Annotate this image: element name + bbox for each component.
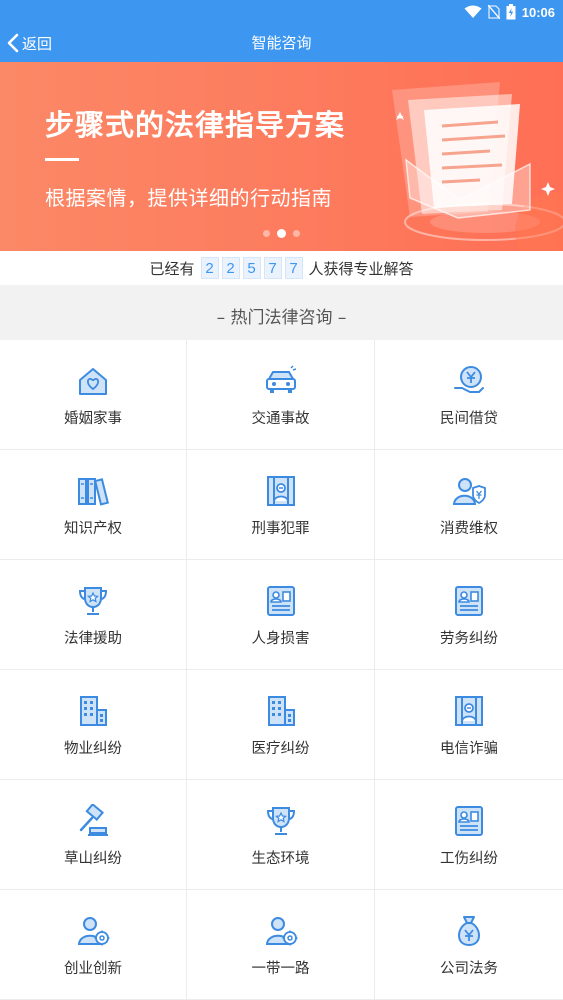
- carousel-dot[interactable]: [293, 230, 300, 237]
- id-card-icon: [455, 806, 483, 836]
- category-item[interactable]: 劳务纠纷: [375, 560, 563, 670]
- category-label: 交通事故: [251, 411, 310, 427]
- person-gear-icon: [77, 917, 110, 946]
- category-item[interactable]: 生态环境: [187, 780, 375, 890]
- category-item[interactable]: 交通事故: [187, 340, 375, 450]
- category-grid: 婚姻家事 交通事故 民间借贷知识产权 刑事犯罪 消费维权法律援助 人身损害 劳务纠纷物业纠纷…: [0, 340, 563, 1000]
- category-label: 物业纠纷: [64, 741, 122, 757]
- prisoner-icon: [455, 696, 483, 726]
- category-label: 生态环境: [251, 851, 310, 867]
- category-item[interactable]: 电信诈骗: [375, 670, 563, 780]
- carousel-dot-active[interactable]: [277, 229, 286, 238]
- banner-subline: 根据案情，提供详细的行动指南: [45, 186, 332, 210]
- page-title: 智能咨询: [251, 34, 312, 52]
- category-item[interactable]: 创业创新: [0, 890, 187, 1000]
- category-item[interactable]: 民间借贷: [375, 340, 563, 450]
- category-label: 一带一路: [251, 961, 310, 977]
- category-label: 电信诈骗: [440, 741, 498, 757]
- status-bar: 10:06: [0, 0, 563, 24]
- trophy-icon: [78, 587, 108, 615]
- books-icon: [78, 478, 109, 506]
- section-title: – 热门法律咨询 –: [0, 285, 563, 340]
- category-item[interactable]: 消费维权: [375, 450, 563, 560]
- category-item[interactable]: 婚姻家事: [0, 340, 187, 450]
- counter-digit: 5: [242, 257, 261, 279]
- category-item[interactable]: 刑事犯罪: [187, 450, 375, 560]
- status-time: 10:06: [521, 4, 555, 20]
- money-bag-icon: [458, 916, 480, 947]
- category-label: 创业创新: [64, 961, 122, 977]
- car-icon: [265, 365, 296, 393]
- category-label: 医疗纠纷: [251, 741, 310, 757]
- gavel-icon: [79, 804, 108, 836]
- carousel-dot[interactable]: [263, 230, 270, 237]
- counter-digit: 2: [221, 257, 240, 279]
- category-item[interactable]: 草山纠纷: [0, 780, 187, 890]
- id-card-icon: [455, 586, 483, 616]
- banner-headline: 步骤式的法律指导方案: [45, 108, 346, 142]
- category-label: 知识产权: [64, 521, 122, 537]
- category-label: 劳务纠纷: [440, 631, 498, 647]
- category-item[interactable]: 知识产权: [0, 450, 187, 560]
- category-label: 消费维权: [440, 521, 498, 537]
- category-item[interactable]: 人身损害: [187, 560, 375, 670]
- status-icons: 10:06: [464, 0, 563, 24]
- category-item[interactable]: 一带一路: [187, 890, 375, 1000]
- no-sim-icon: [487, 5, 500, 19]
- category-item[interactable]: 法律援助: [0, 560, 187, 670]
- category-item[interactable]: 公司法务: [375, 890, 563, 1000]
- carousel-indicator: [0, 229, 563, 238]
- prisoner-icon: [266, 476, 295, 506]
- nav-bar: 返回 智能咨询: [0, 24, 563, 62]
- category-label: 民间借贷: [440, 411, 498, 427]
- category-label: 公司法务: [440, 961, 498, 977]
- trophy-icon: [266, 807, 295, 835]
- category-label: 婚姻家事: [64, 411, 122, 427]
- person-shield-icon: [452, 478, 486, 505]
- category-label: 草山纠纷: [64, 851, 122, 867]
- category-item[interactable]: 工伤纠纷: [375, 780, 563, 890]
- category-label: 刑事犯罪: [251, 521, 310, 537]
- category-label: 人身损害: [251, 631, 310, 647]
- building-icon: [267, 696, 295, 726]
- wifi-icon: [464, 5, 482, 18]
- battery-icon: [506, 4, 516, 20]
- counter-digit: 7: [284, 257, 303, 279]
- banner-carousel[interactable]: 步骤式的法律指导方案 根据案情，提供详细的行动指南: [0, 62, 563, 251]
- document-illustration: [392, 82, 563, 251]
- category-label: 法律援助: [64, 631, 122, 647]
- answer-counter: 已经有 2 2 5 7 7 人获得专业解答: [0, 251, 563, 285]
- counter-prefix: 已经有: [149, 259, 195, 278]
- id-card-icon: [266, 586, 295, 616]
- banner-divider: [45, 158, 79, 161]
- person-gear-icon: [265, 917, 297, 946]
- counter-digit: 7: [263, 257, 282, 279]
- category-item[interactable]: 物业纠纷: [0, 670, 187, 780]
- category-item[interactable]: 医疗纠纷: [187, 670, 375, 780]
- counter-suffix: 人获得专业解答: [308, 259, 414, 278]
- house-heart-icon: [79, 368, 107, 395]
- category-label: 工伤纠纷: [440, 851, 498, 867]
- counter-digit: 2: [200, 257, 219, 279]
- building-icon: [80, 696, 107, 726]
- money-hand-icon: [454, 366, 484, 393]
